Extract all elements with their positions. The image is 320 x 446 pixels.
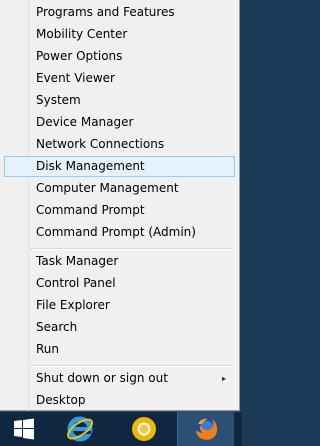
menu-item-label: System bbox=[36, 93, 81, 107]
menu-item-command-prompt-admin[interactable]: Command Prompt (Admin) bbox=[4, 222, 235, 243]
menu-item-device-manager[interactable]: Device Manager bbox=[4, 112, 235, 133]
menu-item-label: File Explorer bbox=[36, 298, 110, 312]
menu-item-programs-and-features[interactable]: Programs and Features bbox=[4, 2, 235, 23]
menu-item-label: Mobility Center bbox=[36, 27, 128, 41]
menu-item-label: Power Options bbox=[36, 49, 123, 63]
menu-item-label: Command Prompt bbox=[36, 203, 145, 217]
menu-item-label: Computer Management bbox=[36, 181, 179, 195]
menu-item-label: Desktop bbox=[36, 393, 86, 407]
menu-item-event-viewer[interactable]: Event Viewer bbox=[4, 68, 235, 89]
chrome-canary-icon bbox=[132, 417, 156, 441]
menu-item-network-connections[interactable]: Network Connections bbox=[4, 134, 235, 155]
screen: Programs and Features Mobility Center Po… bbox=[0, 0, 242, 446]
menu-item-label: Task Manager bbox=[36, 254, 119, 268]
menu-item-label: Event Viewer bbox=[36, 71, 115, 85]
menu-item-label: Device Manager bbox=[36, 115, 134, 129]
menu-item-command-prompt[interactable]: Command Prompt bbox=[4, 200, 235, 221]
menu-item-run[interactable]: Run bbox=[4, 339, 235, 360]
menu-item-system[interactable]: System bbox=[4, 90, 235, 111]
menu-item-power-options[interactable]: Power Options bbox=[4, 46, 235, 67]
taskbar bbox=[0, 411, 242, 446]
menu-item-task-manager[interactable]: Task Manager bbox=[4, 251, 235, 272]
menu-item-label: Run bbox=[36, 342, 60, 356]
internet-explorer-icon bbox=[67, 416, 93, 442]
firefox-icon bbox=[195, 418, 218, 440]
menu-item-label: Shut down or sign out bbox=[36, 371, 168, 385]
menu-item-control-panel[interactable]: Control Panel bbox=[4, 273, 235, 294]
chrome-canary-taskbar-button[interactable] bbox=[120, 412, 168, 446]
menu-item-label: Control Panel bbox=[36, 276, 116, 290]
internet-explorer-taskbar-button[interactable] bbox=[56, 412, 104, 446]
menu-item-label: Command Prompt (Admin) bbox=[36, 225, 196, 239]
submenu-arrow-icon: ▸ bbox=[221, 374, 226, 383]
menu-item-shut-down-or-sign-out[interactable]: Shut down or sign out ▸ bbox=[4, 368, 235, 389]
menu-item-label: Network Connections bbox=[36, 137, 165, 151]
menu-item-search[interactable]: Search bbox=[4, 317, 235, 338]
menu-item-label: Programs and Features bbox=[36, 5, 175, 19]
menu-item-label: Search bbox=[36, 320, 78, 334]
menu-item-disk-management[interactable]: Disk Management bbox=[4, 156, 235, 177]
menu-item-mobility-center[interactable]: Mobility Center bbox=[4, 24, 235, 45]
menu-item-file-explorer[interactable]: File Explorer bbox=[4, 295, 235, 316]
winx-context-menu: Programs and Features Mobility Center Po… bbox=[0, 0, 240, 411]
menu-separator bbox=[30, 365, 231, 367]
menu-separator bbox=[30, 248, 231, 250]
start-button[interactable] bbox=[0, 412, 48, 446]
windows-logo-icon bbox=[14, 418, 34, 440]
menu-item-desktop[interactable]: Desktop bbox=[4, 390, 235, 411]
menu-item-computer-management[interactable]: Computer Management bbox=[4, 178, 235, 199]
firefox-taskbar-button[interactable] bbox=[177, 412, 234, 446]
menu-item-label: Disk Management bbox=[36, 159, 145, 173]
